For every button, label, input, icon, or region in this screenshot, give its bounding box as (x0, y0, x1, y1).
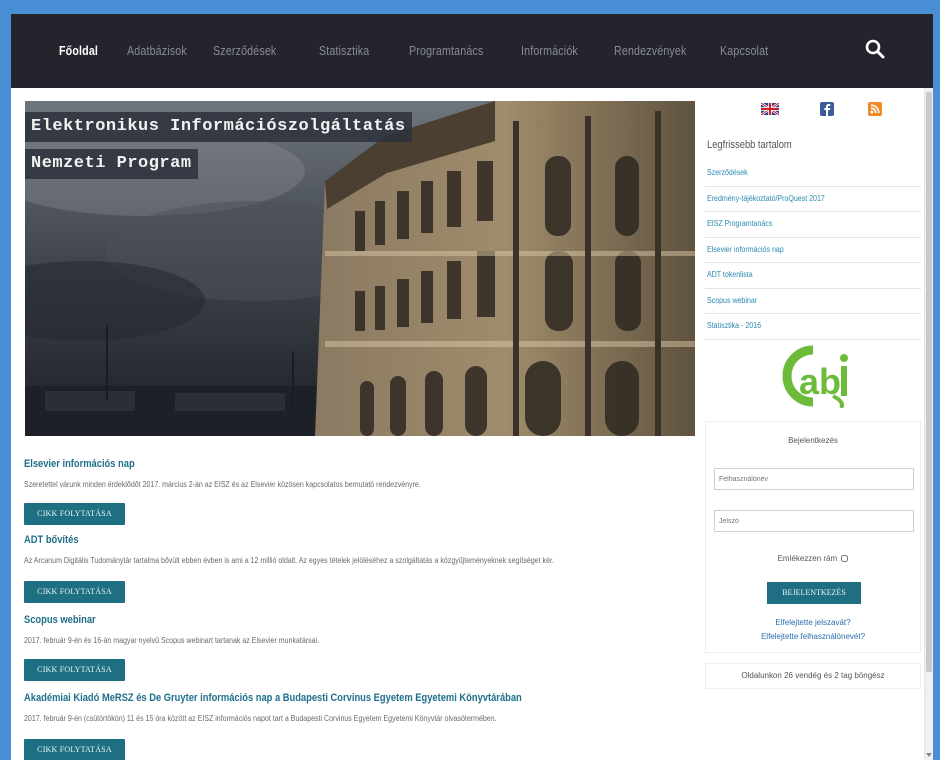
list-item[interactable]: Statisztika - 2016 (705, 314, 921, 340)
flag-uk-icon[interactable] (761, 103, 779, 115)
vertical-scrollbar[interactable] (924, 88, 933, 760)
article-item: Scopus webinar 2017. február 9-én és 16-… (24, 613, 694, 681)
article-title[interactable]: Scopus webinar (24, 613, 594, 627)
login-title: Bejelentkezés (788, 436, 838, 445)
search-icon[interactable] (865, 39, 887, 61)
hero-image: Elektronikus Információszolgáltatás Nemz… (25, 101, 695, 436)
nav-item-kapcsolat[interactable]: Kapcsolat (720, 14, 768, 88)
list-item[interactable]: Eredmény-tájékoztató/ProQuest 2017 (705, 187, 921, 212)
cabi-logo[interactable]: ab (775, 344, 853, 408)
list-item[interactable]: Szerződések (705, 161, 921, 187)
article-item: Akadémiai Kiadó MeRSZ és De Gruyter info… (24, 691, 694, 760)
read-more-button[interactable]: CIKK FOLYTATÁSA (24, 659, 125, 681)
article-title[interactable]: Akadémiai Kiadó MeRSZ és De Gruyter info… (24, 691, 594, 705)
browser-page: Főoldal Adatbázisok Szerződések Statiszt… (11, 14, 933, 760)
visitors-counter: Oldalunkon 26 vendég és 2 tag böngész (705, 663, 921, 689)
article-summary: 2017. február 9-én és 16-án magyar nyelv… (24, 636, 320, 645)
nav-item-adatbazisok[interactable]: Adatbázisok (127, 14, 187, 88)
nav-item-fooldal[interactable]: Főoldal (59, 14, 98, 88)
nav-item-szerzodesek[interactable]: Szerződések (213, 14, 276, 88)
login-button[interactable]: BEJELENTKEZÉS (767, 582, 861, 604)
nav-item-informaciok[interactable]: Információk (521, 14, 578, 88)
list-item[interactable]: Scopus webinar (705, 289, 921, 314)
article-summary: Szeretettel várunk minden érdeklődőt 201… (24, 480, 421, 489)
popular-content-heading: Legfrissebb tartalom (707, 139, 792, 151)
forgot-password-link[interactable]: Elfelejtette jelszavát? (706, 618, 920, 627)
popular-content-list: Szerződések Eredmény-tájékoztató/ProQues… (705, 161, 921, 340)
list-item[interactable]: EISZ Programtanács (705, 212, 921, 238)
remember-me: Emlékezzen rám (706, 554, 920, 563)
article-summary: Az Arcanum Digitális Tudománytár tartalm… (24, 556, 554, 565)
top-navbar: Főoldal Adatbázisok Szerződések Statiszt… (11, 14, 933, 88)
nav-item-statisztika[interactable]: Statisztika (319, 14, 369, 88)
remember-me-checkbox[interactable] (841, 555, 849, 563)
article-title[interactable]: Elsevier információs nap (24, 457, 594, 471)
rss-icon[interactable] (868, 102, 882, 116)
password-input[interactable] (714, 510, 914, 532)
username-input[interactable] (714, 468, 914, 490)
article-item: Elsevier információs nap Szeretettel vár… (24, 457, 694, 525)
facebook-icon[interactable] (820, 102, 834, 116)
scroll-down-arrow-icon[interactable] (926, 753, 932, 757)
remember-me-label: Emlékezzen rám (777, 554, 838, 563)
read-more-button[interactable]: CIKK FOLYTATÁSA (24, 503, 125, 525)
nav-item-rendezvenyek[interactable]: Rendezvények (614, 14, 686, 88)
list-item[interactable]: Elsevier információs nap (705, 238, 921, 263)
list-item[interactable]: ADT tokenlista (705, 263, 921, 289)
read-more-button[interactable]: CIKK FOLYTATÁSA (24, 739, 125, 760)
article-item: ADT bővítés Az Arcanum Digitális Tudomán… (24, 533, 694, 603)
read-more-button[interactable]: CIKK FOLYTATÁSA (24, 581, 125, 603)
article-title[interactable]: ADT bővítés (24, 533, 594, 547)
hero-title-line2: Nemzeti Program (25, 149, 198, 179)
login-form: Bejelentkezés Emlékezzen rám BEJELENTKEZ… (705, 421, 921, 653)
scrollbar-thumb[interactable] (926, 92, 932, 672)
nav-item-programtanacs[interactable]: Programtanács (409, 14, 483, 88)
hero-title-line1: Elektronikus Információszolgáltatás (25, 112, 412, 142)
forgot-username-link[interactable]: Elfelejtette felhasználónevét? (706, 632, 920, 641)
article-summary: 2017. február 9-én (csütörtökön) 11 és 1… (24, 714, 497, 723)
